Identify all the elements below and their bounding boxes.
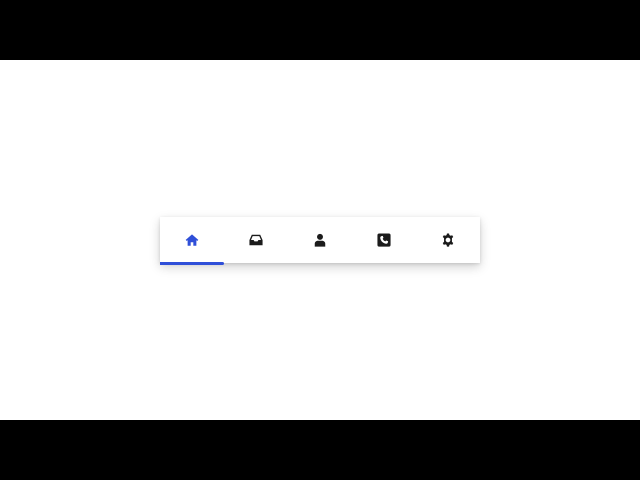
tab-home[interactable]: [160, 217, 224, 265]
bottom-tab-bar: [160, 217, 480, 265]
page-background: [0, 60, 640, 420]
active-tab-indicator: [160, 262, 224, 265]
tab-settings[interactable]: [416, 217, 480, 263]
letterbox-bottom: [0, 420, 640, 480]
user-icon: [313, 233, 327, 247]
phone-icon: [377, 233, 391, 247]
tab-contacts[interactable]: [352, 217, 416, 263]
tab-profile[interactable]: [288, 217, 352, 263]
tab-inbox[interactable]: [224, 217, 288, 263]
gear-icon: [441, 233, 455, 247]
home-icon: [185, 233, 199, 247]
letterbox-top: [0, 0, 640, 60]
inbox-icon: [249, 233, 263, 247]
